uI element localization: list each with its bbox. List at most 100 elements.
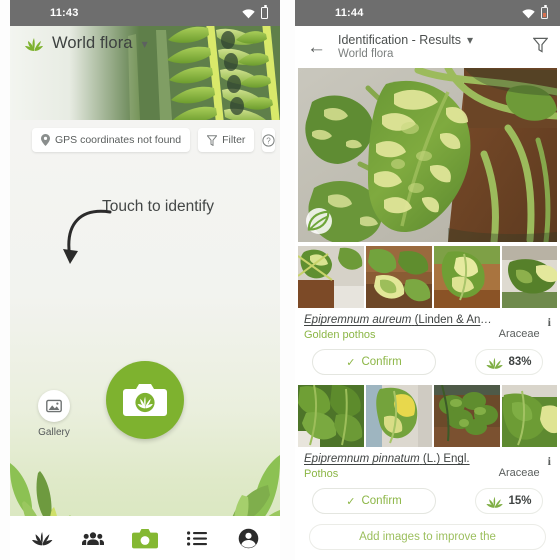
result-names: Epipremnum pinnatum (L.) Engl. Pothos <box>304 453 493 480</box>
thumbnail[interactable] <box>502 246 557 308</box>
left-phone-screen: 11:43 World flora ▾ GPS coordinates not … <box>10 0 280 560</box>
scientific-name[interactable]: Epipremnum aureum (Linden & André) G.S… <box>304 314 493 326</box>
filter-chip-label: Filter <box>222 134 246 146</box>
app-title: World flora <box>52 34 133 52</box>
thumbnail[interactable] <box>298 385 364 447</box>
family-column: Araceae <box>493 453 540 479</box>
check-icon: ✓ <box>346 356 356 369</box>
family-name: Araceae <box>498 467 540 479</box>
left-status-bar: 11:43 <box>10 0 280 26</box>
status-icons <box>522 5 548 19</box>
score-value: 15% <box>508 495 532 507</box>
scientific-name[interactable]: Epipremnum pinnatum (L.) Engl. <box>304 453 493 465</box>
confirm-label: Confirm <box>361 495 402 507</box>
result-name-row: Epipremnum aureum (Linden & André) G.S… … <box>298 308 557 341</box>
camera-leaf-icon <box>123 384 167 416</box>
status-icons <box>242 5 268 19</box>
scientific-name-authority: (L.) Engl. <box>422 453 470 465</box>
filter-chip[interactable]: Filter <box>198 128 255 152</box>
plant-leaf-icon <box>31 532 53 546</box>
app-bar: World flora ▾ <box>24 34 148 53</box>
chevron-down-icon[interactable]: ▾ <box>142 38 148 50</box>
filter-button[interactable] <box>532 37 549 58</box>
thumbnail[interactable] <box>502 385 557 447</box>
score-chip[interactable]: 83% <box>475 349 543 375</box>
pothos-leaf-photo <box>298 68 557 242</box>
hero-fern-image: World flora ▾ <box>10 26 280 120</box>
nav-item-account[interactable] <box>227 522 269 554</box>
status-time: 11:43 <box>50 7 79 19</box>
camera-screen-body: GPS coordinates not found Filter ? Touch… <box>10 120 280 560</box>
leaf-score-icon <box>486 496 504 508</box>
scientific-name-authority: (Linden & André) G.S… <box>414 314 493 326</box>
right-phone-screen: 11:44 ← Identification - Results ▾ World… <box>295 0 560 560</box>
nav-item-list[interactable] <box>176 522 218 554</box>
gps-chip[interactable]: GPS coordinates not found <box>32 128 191 152</box>
people-group-icon <box>82 531 105 545</box>
score-chip[interactable]: 15% <box>475 488 543 514</box>
result-card: Epipremnum pinnatum (L.) Engl. Pothos Ar… <box>298 385 557 514</box>
image-icon <box>46 399 62 413</box>
battery-icon <box>261 5 268 19</box>
wifi-icon <box>242 8 255 18</box>
gallery-button-group[interactable]: Gallery <box>38 390 70 438</box>
shutter-button[interactable] <box>106 361 184 439</box>
result-names: Epipremnum aureum (Linden & André) G.S… … <box>304 314 493 341</box>
location-pin-icon <box>41 134 50 146</box>
thumbnail-strip <box>298 246 557 308</box>
confirm-label: Confirm <box>361 356 402 368</box>
thumbnail[interactable] <box>298 246 364 308</box>
screenshot-root: 11:43 World flora ▾ GPS coordinates not … <box>0 0 560 560</box>
nav-item-community[interactable] <box>72 522 114 554</box>
thumbnail-strip <box>298 385 557 447</box>
family-name: Araceae <box>498 328 540 340</box>
info-icon[interactable]: i <box>548 315 551 330</box>
check-icon: ✓ <box>346 495 356 508</box>
account-circle-icon <box>238 528 258 548</box>
leaf-logo-icon <box>25 37 43 51</box>
filter-funnel-icon <box>532 37 549 53</box>
confirm-button[interactable]: ✓ Confirm <box>312 488 436 514</box>
gallery-button[interactable] <box>38 390 70 422</box>
results-title-block[interactable]: Identification - Results ▾ World flora <box>338 33 473 61</box>
plantnet-leaf-badge-icon <box>306 208 332 234</box>
scientific-name-text: Epipremnum aureum <box>304 314 412 326</box>
chevron-down-icon[interactable]: ▾ <box>467 34 473 46</box>
scientific-name-text: Epipremnum pinnatum <box>304 453 420 465</box>
nav-item-plants[interactable] <box>21 522 63 554</box>
nav-item-camera[interactable] <box>124 522 166 554</box>
battery-low-icon <box>541 5 548 19</box>
common-name: Pothos <box>304 468 339 480</box>
camera-icon <box>131 528 158 548</box>
filter-funnel-icon <box>207 134 218 146</box>
thumbnail[interactable] <box>434 246 500 308</box>
leaf-score-icon <box>486 357 504 369</box>
results-title: Identification - Results <box>338 32 461 47</box>
wifi-icon <box>522 8 535 18</box>
thumbnail[interactable] <box>366 246 432 308</box>
list-icon <box>186 530 207 546</box>
help-circle-icon: ? <box>262 133 276 147</box>
result-name-row: Epipremnum pinnatum (L.) Engl. Pothos Ar… <box>298 447 557 480</box>
help-chip[interactable]: ? <box>262 128 276 152</box>
result-action-row: ✓ Confirm 83% <box>298 341 557 375</box>
arrow-back-icon[interactable]: ← <box>307 38 326 57</box>
curved-arrow-icon <box>63 209 112 264</box>
confirm-button[interactable]: ✓ Confirm <box>312 349 436 375</box>
shutter-button-group[interactable] <box>106 361 184 439</box>
thumbnail[interactable] <box>434 385 500 447</box>
add-images-button[interactable]: Add images to improve the <box>309 524 546 550</box>
status-time: 11:44 <box>335 7 364 19</box>
info-icon[interactable]: i <box>548 454 551 469</box>
results-app-bar: ← Identification - Results ▾ World flora <box>295 26 560 68</box>
touch-to-identify-label: Touch to identify <box>102 198 215 215</box>
chip-row: GPS coordinates not found Filter ? <box>32 128 276 152</box>
thumbnail[interactable] <box>366 385 432 447</box>
query-photo[interactable] <box>298 68 557 242</box>
right-status-bar: 11:44 <box>295 0 560 26</box>
score-value: 83% <box>508 356 532 368</box>
result-action-row: ✓ Confirm 15% <box>298 480 557 514</box>
results-title-row: Identification - Results ▾ <box>338 33 473 48</box>
common-name: Golden pothos <box>304 329 376 341</box>
gallery-label: Gallery <box>38 427 70 438</box>
